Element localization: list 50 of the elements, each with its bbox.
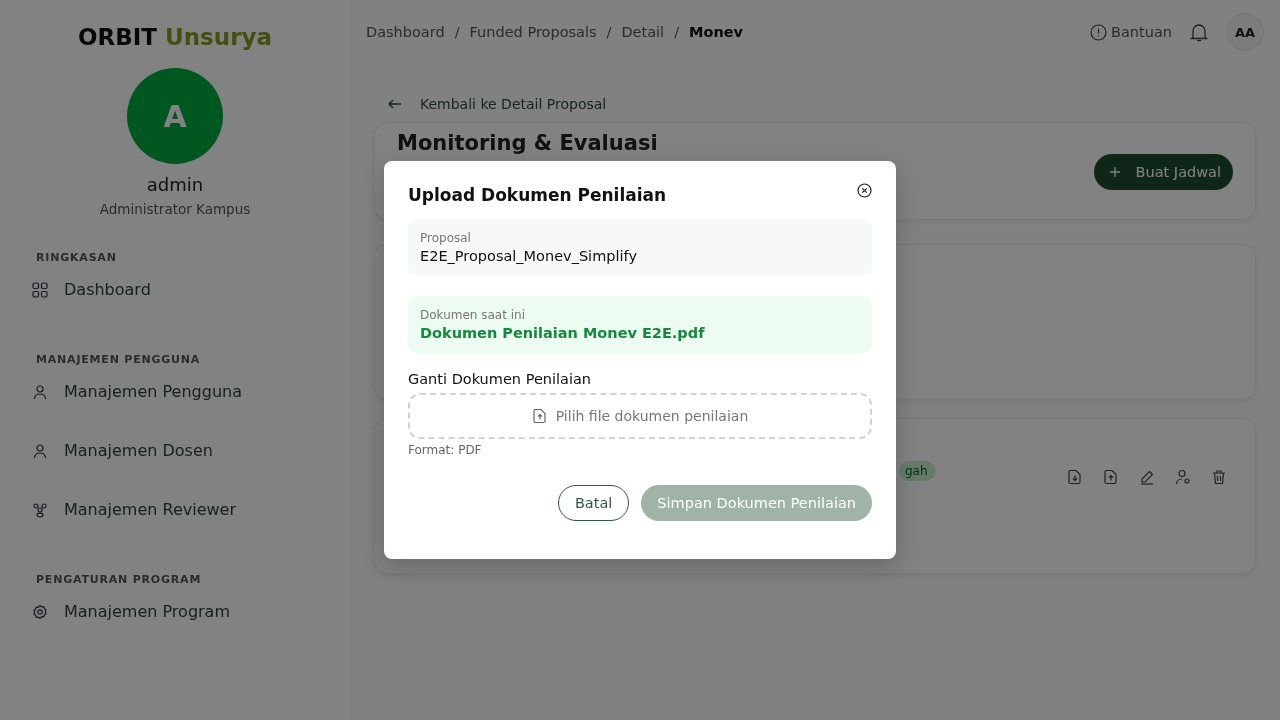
field-label: Dokumen saat ini — [420, 308, 526, 322]
back-link[interactable]: Kembali ke Detail Proposal — [374, 96, 1256, 112]
create-schedule-button[interactable]: Buat Jadwal — [1093, 154, 1233, 190]
breadcrumb-separator: / — [454, 24, 460, 40]
page-title: Monitoring & Evaluasi — [397, 131, 658, 155]
sidebar-item[interactable]: Manajemen Reviewer — [0, 480, 350, 539]
close-icon[interactable] — [857, 183, 872, 198]
users-icon — [32, 501, 48, 518]
grid-icon — [32, 281, 48, 298]
breadcrumb-link[interactable]: Monev — [689, 24, 744, 40]
breadcrumb-separator: / — [674, 24, 680, 40]
plus-icon — [1109, 167, 1120, 177]
user-name: admin — [146, 174, 204, 195]
arrow-left-icon — [388, 99, 402, 109]
breadcrumb-link[interactable]: Detail — [621, 24, 665, 40]
user-settings-icon[interactable] — [1175, 469, 1191, 485]
file-dropzone[interactable]: Pilih file dokumen penilaian — [408, 393, 872, 439]
status-badge: gah — [899, 461, 936, 481]
pencil-icon[interactable] — [1139, 469, 1155, 485]
section-heading: MANAJEMEN PENGGUNA — [35, 353, 202, 366]
format-hint: Format: PDF — [408, 443, 483, 457]
user-icon — [32, 442, 48, 459]
settings-icon — [32, 603, 48, 620]
upload-file-icon — [531, 408, 548, 424]
user-avatar: A — [127, 68, 223, 164]
breadcrumb-separator: / — [606, 24, 612, 40]
info-icon — [1090, 23, 1107, 41]
upload-file-icon[interactable] — [1103, 469, 1119, 485]
brand-logo: ORBIT Unsurya — [77, 24, 272, 50]
sidebar-item[interactable]: Manajemen Dosen — [0, 421, 350, 480]
document-link[interactable]: Dokumen Penilaian Monev E2E.pdf — [420, 325, 860, 341]
field-label: Proposal — [420, 231, 472, 245]
breadcrumb-link[interactable]: Funded Proposals — [469, 24, 597, 40]
user-role: Administrator Kampus — [99, 201, 251, 217]
cancel-button[interactable]: Batal — [557, 485, 630, 521]
sidebar-item[interactable]: Manajemen Program — [0, 586, 350, 641]
user-avatar[interactable]: AA — [1226, 13, 1264, 51]
trash-icon[interactable] — [1211, 469, 1227, 485]
breadcrumb-link[interactable]: Dashboard — [366, 24, 445, 40]
dialog-title: Upload Dokumen Penilaian — [408, 185, 667, 205]
help-link[interactable]: Bantuan — [1090, 23, 1172, 41]
field-label: Ganti Dokumen Penilaian — [408, 371, 593, 387]
section-heading: RINGKASAN — [35, 251, 118, 264]
sidebar-item[interactable]: Manajemen Pengguna — [0, 366, 350, 421]
user-icon — [32, 383, 48, 400]
download-file-icon[interactable] — [1067, 469, 1083, 485]
section-heading: PENGATURAN PROGRAM — [35, 573, 203, 586]
bell-icon[interactable] — [1190, 22, 1208, 42]
proposal-name: E2E_Proposal_Monev_Simplify — [420, 248, 638, 264]
sidebar-item[interactable]: Dashboard — [0, 264, 350, 319]
